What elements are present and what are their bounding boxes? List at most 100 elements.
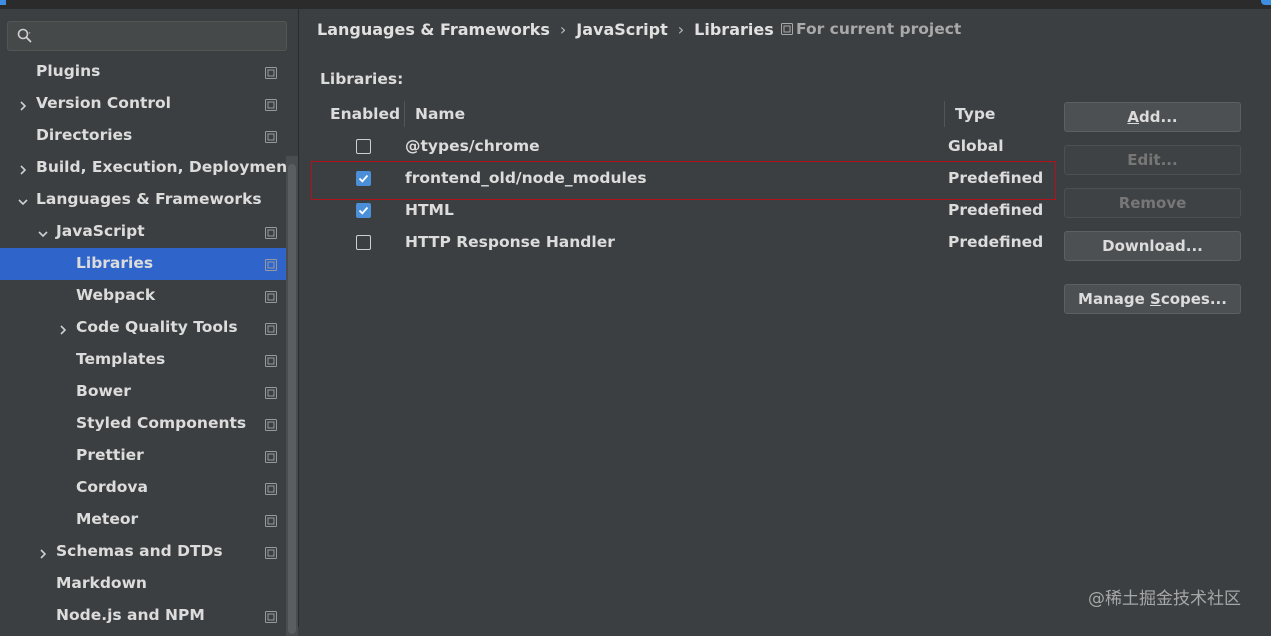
library-name: HTTP Response Handler — [405, 233, 615, 251]
library-type: Predefined — [948, 169, 1044, 187]
enabled-checkbox[interactable] — [356, 139, 371, 154]
project-level-icon — [265, 481, 277, 495]
project-level-icon — [265, 321, 277, 335]
chevron-right-icon[interactable] — [18, 97, 28, 111]
sidebar-item-javascript[interactable]: JavaScript — [0, 216, 298, 248]
project-level-icon — [265, 353, 277, 367]
sidebar-item-build-execution-deployment[interactable]: Build, Execution, Deployment — [0, 152, 298, 184]
sidebar-item-label: Bower — [76, 382, 131, 400]
sidebar-item-templates[interactable]: Templates — [0, 344, 298, 376]
chevron-right-icon[interactable] — [18, 161, 28, 175]
library-type: Predefined — [948, 201, 1044, 219]
download-button[interactable]: Download... — [1064, 231, 1241, 261]
sidebar-item-libraries[interactable]: Libraries — [0, 248, 298, 280]
sidebar-item-label: Styled Components — [76, 414, 247, 432]
sidebar-scrollbar-thumb[interactable] — [288, 164, 296, 634]
sidebar-item-label: Templates — [76, 350, 166, 368]
settings-sidebar: Plugins Version Control Directories Build, … — [0, 9, 298, 636]
sidebar-item-code-quality-tools[interactable]: Code Quality Tools — [0, 312, 298, 344]
sidebar-item-label: Languages & Frameworks — [36, 190, 262, 208]
libraries-caption: Libraries: — [320, 70, 404, 88]
add-button[interactable]: Add... — [1064, 102, 1241, 132]
project-level-icon — [265, 65, 277, 79]
project-level-icon — [265, 513, 277, 527]
library-name: @types/chrome — [405, 137, 540, 155]
column-separator[interactable] — [404, 101, 405, 127]
project-level-icon — [265, 289, 277, 303]
settings-search-input[interactable] — [40, 25, 284, 49]
chevron-down-icon[interactable] — [18, 193, 28, 206]
manage-scopes-button-label: Manage Scopes... — [1078, 290, 1227, 308]
chevron-down-icon[interactable] — [38, 225, 48, 238]
sidebar-item-label: Prettier — [76, 446, 144, 464]
sidebar-item-label: Markdown — [56, 574, 147, 592]
sidebar-item-label: Cordova — [76, 478, 148, 496]
enabled-checkbox[interactable] — [356, 203, 371, 218]
sidebar-item-label: Node.js and NPM — [56, 606, 205, 624]
download-button-label: Download... — [1102, 237, 1203, 255]
sidebar-item-label: Schemas and DTDs — [56, 542, 223, 560]
sidebar-item-cordova[interactable]: Cordova — [0, 472, 298, 504]
sidebar-item-plugins[interactable]: Plugins — [0, 56, 298, 88]
table-row[interactable]: frontend_old/node_modules Predefined — [320, 163, 1047, 195]
splitter[interactable] — [298, 9, 299, 627]
column-header-name[interactable]: Name — [415, 105, 465, 123]
project-level-icon — [265, 449, 277, 463]
chevron-right-icon[interactable] — [38, 545, 48, 559]
sidebar-item-prettier[interactable]: Prettier — [0, 440, 298, 472]
library-name: frontend_old/node_modules — [405, 169, 647, 187]
library-type: Predefined — [948, 233, 1044, 251]
edit-button-label: Edit... — [1127, 151, 1178, 169]
project-level-icon — [265, 385, 277, 399]
sidebar-item-label: Webpack — [76, 286, 156, 304]
sidebar-item-webpack[interactable]: Webpack — [0, 280, 298, 312]
enabled-checkbox[interactable] — [356, 235, 371, 250]
search-icon — [17, 28, 32, 43]
sidebar-item-label: JavaScript — [56, 222, 145, 240]
sidebar-item-styled-components[interactable]: Styled Components — [0, 408, 298, 440]
table-row[interactable]: @types/chrome Global — [320, 131, 1047, 163]
sidebar-item-label: Code Quality Tools — [76, 318, 238, 336]
sidebar-item-meteor[interactable]: Meteor — [0, 504, 298, 536]
window-edge-accent — [0, 0, 6, 5]
sidebar-item-label: Version Control — [36, 94, 171, 112]
project-level-icon — [265, 225, 277, 239]
remove-button[interactable]: Remove — [1064, 188, 1241, 218]
edit-button[interactable]: Edit... — [1064, 145, 1241, 175]
window-top-strip — [0, 0, 1271, 9]
window-edge-accent-right — [1261, 0, 1271, 5]
sidebar-item-version-control[interactable]: Version Control — [0, 88, 298, 120]
enabled-checkbox[interactable] — [356, 171, 371, 186]
scope-indicator: For current project — [781, 20, 961, 38]
sidebar-item-markdown[interactable]: Markdown — [0, 568, 298, 600]
library-type: Global — [948, 137, 1004, 155]
sidebar-item-node-js-and-npm[interactable]: Node.js and NPM — [0, 600, 298, 632]
column-header-type[interactable]: Type — [955, 105, 995, 123]
chevron-right-icon: › — [559, 20, 567, 39]
table-row[interactable]: HTTP Response Handler Predefined — [320, 227, 1047, 259]
column-header-enabled[interactable]: Enabled — [330, 105, 400, 123]
sidebar-item-schemas-and-dtds[interactable]: Schemas and DTDs — [0, 536, 298, 568]
column-separator[interactable] — [944, 101, 945, 127]
manage-scopes-button[interactable]: Manage Scopes... — [1064, 284, 1241, 314]
sidebar-item-label: Meteor — [76, 510, 139, 528]
project-level-icon — [265, 129, 277, 143]
sidebar-item-label: Plugins — [36, 62, 101, 80]
table-row[interactable]: HTML Predefined — [320, 195, 1047, 227]
remove-button-label: Remove — [1118, 194, 1187, 212]
settings-search-box[interactable] — [7, 21, 287, 51]
chevron-right-icon[interactable] — [58, 321, 68, 335]
watermark: @稀土掘金技术社区 — [1088, 589, 1241, 609]
add-button-label: Add... — [1127, 108, 1178, 126]
sidebar-item-languages-frameworks[interactable]: Languages & Frameworks — [0, 184, 298, 216]
library-name: HTML — [405, 201, 454, 219]
sidebar-item-bower[interactable]: Bower — [0, 376, 298, 408]
sidebar-item-label: Directories — [36, 126, 133, 144]
sidebar-item-label: Libraries — [76, 254, 154, 272]
libraries-table: Enabled Name Type @types/chrome Global fro… — [320, 99, 1047, 627]
sidebar-item-directories[interactable]: Directories — [0, 120, 298, 152]
breadcrumb-languages-frameworks[interactable]: Languages & Frameworks — [317, 20, 550, 39]
project-level-icon — [265, 545, 277, 559]
breadcrumb-javascript[interactable]: JavaScript — [576, 20, 667, 39]
project-level-icon — [265, 417, 277, 431]
